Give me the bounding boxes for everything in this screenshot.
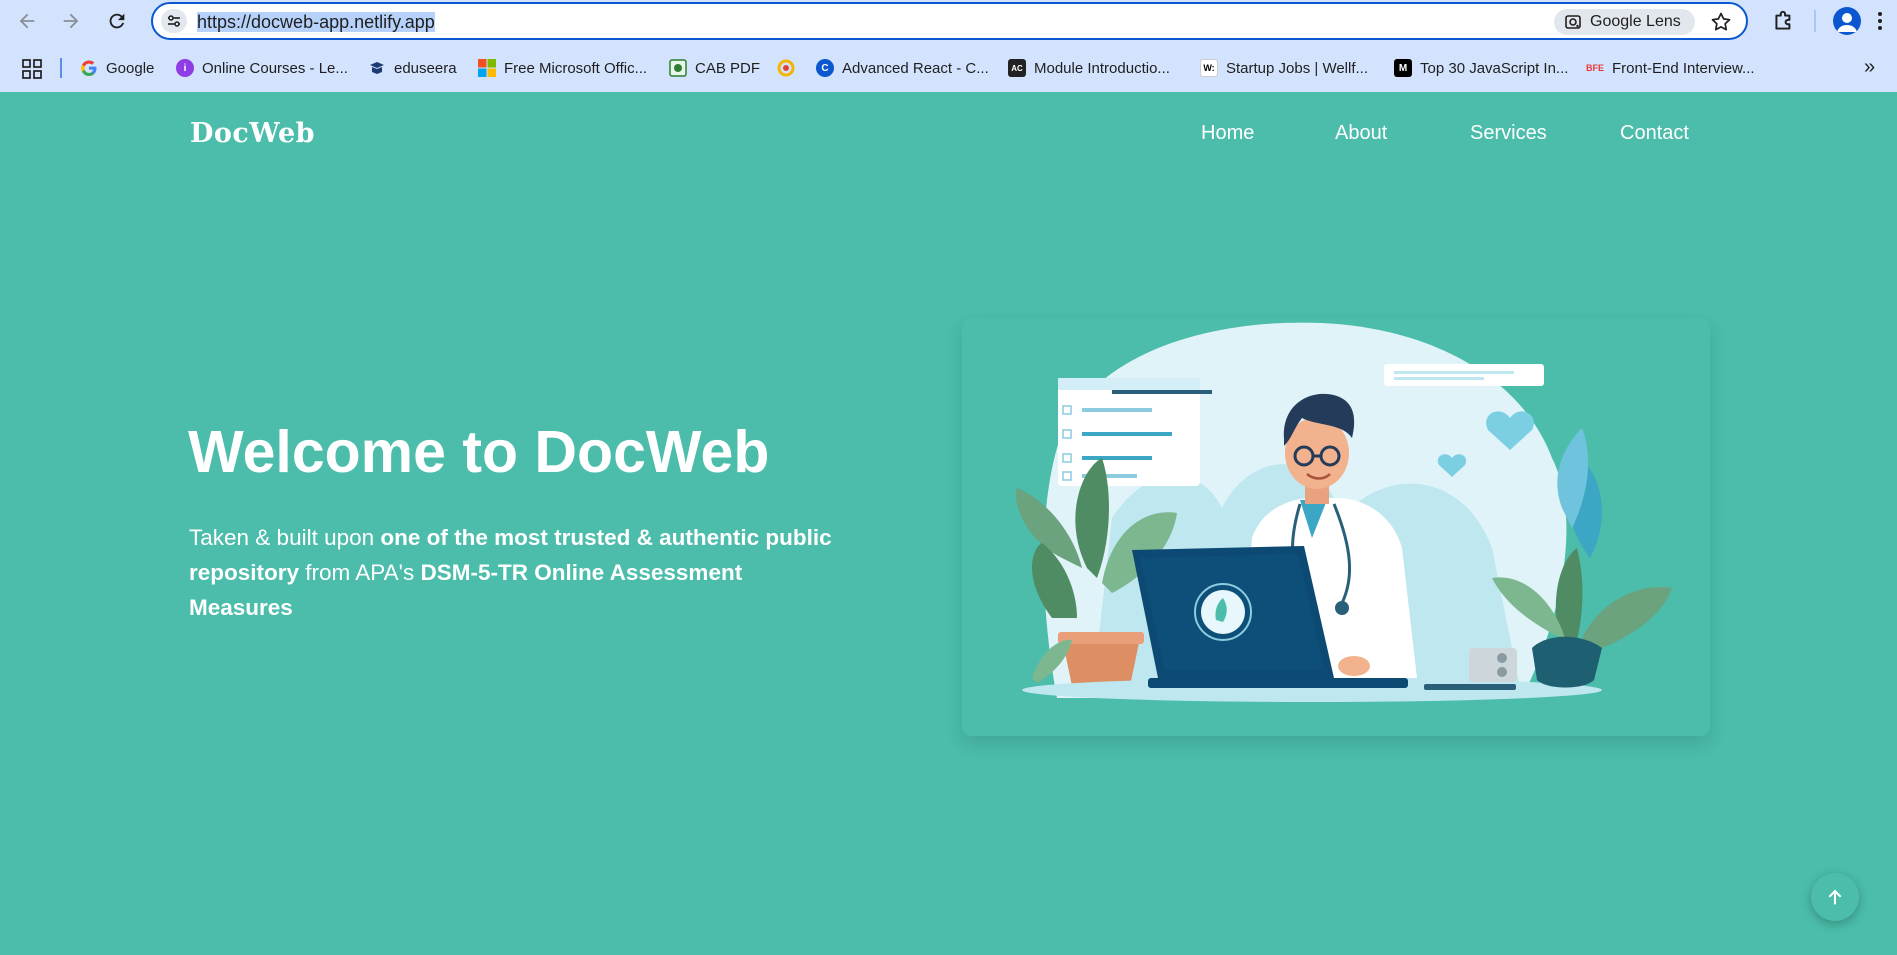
toolbar-divider [1814,10,1816,32]
arrow-right-icon [63,13,79,29]
bookmark-label: Top 30 JavaScript In... [1420,59,1569,77]
bookmark-frontend-interview[interactable]: BFE Front-End Interview... [1586,56,1755,80]
tune-icon [168,15,180,27]
bookmark-ring[interactable] [777,56,795,80]
bookmark-cab-pdf[interactable]: CAB PDF [669,56,760,80]
address-bar[interactable]: https://docweb-app.netlify.app Google Le… [151,2,1748,40]
module-icon: AC [1008,59,1026,77]
bookmarks-separator [60,58,62,78]
nav-services-link[interactable]: Services [1470,122,1547,145]
google-icon [81,60,97,76]
lens-icon [1565,15,1581,29]
profile-avatar[interactable] [1833,7,1861,35]
browser-chrome: https://docweb-app.netlify.app Google Le… [0,0,1897,92]
url-scheme: https:// [197,12,252,32]
bfe-icon: BFE [1586,63,1604,73]
hero-title: Welcome to DocWeb [188,419,770,485]
url-text[interactable]: https://docweb-app.netlify.app [197,12,435,33]
bookmark-module-intro[interactable]: AC Module Introductio... [1008,56,1170,80]
eduseera-icon [370,62,384,74]
reload-icon [109,13,125,29]
extensions-puzzle-icon[interactable] [1771,8,1797,34]
google-lens-button[interactable]: Google Lens [1554,9,1695,35]
bookmark-google[interactable]: Google [80,56,154,80]
bookmark-advanced-react[interactable]: C Advanced React - C... [816,56,989,80]
microsoft-icon [478,59,496,77]
back-button[interactable] [14,8,40,34]
cab-pdf-icon [669,59,687,77]
doctor-at-laptop-illustration [1015,322,1672,702]
bookmark-label: eduseera [394,59,457,77]
medium-icon: M [1394,59,1412,77]
hero-subtitle: Taken & built upon one of the most trust… [189,520,839,625]
arrow-left-icon [19,13,35,29]
person-icon [1837,13,1857,32]
advanced-react-icon: C [816,59,834,77]
hero-illustration-card [962,318,1710,736]
arrow-up-icon [1828,889,1842,905]
scroll-to-top-button[interactable] [1811,873,1859,921]
apps-grid-icon[interactable] [22,59,42,79]
bookmark-top30-js[interactable]: M Top 30 JavaScript In... [1394,56,1568,80]
bookmark-label: Startup Jobs | Wellf... [1226,59,1369,77]
bookmark-star-icon[interactable] [1709,10,1733,34]
forward-button[interactable] [58,8,84,34]
bookmark-label: Free Microsoft Offic... [504,59,648,77]
site-navbar: DocWeb Home About Services Contact [0,92,1897,174]
site-logo[interactable]: DocWeb [190,118,315,149]
nav-contact-link[interactable]: Contact [1620,122,1689,145]
hero-sub-text-2: from APA's [299,560,421,585]
chrome-ring-icon [777,59,795,77]
bookmark-eduseera[interactable]: eduseera [368,56,457,80]
bookmark-label: Advanced React - C... [842,59,989,77]
bookmark-label: CAB PDF [695,59,761,77]
bookmark-label: Module Introductio... [1034,59,1170,77]
lens-label: Google Lens [1590,13,1681,30]
hero-sub-text-1: Taken & built upon [189,525,381,550]
nav-home-link[interactable]: Home [1201,122,1254,145]
bookmark-microsoft-office[interactable]: Free Microsoft Offic... [478,56,647,80]
bookmark-label: Front-End Interview... [1612,59,1755,77]
bookmarks-overflow-icon[interactable]: » [1864,57,1884,78]
site-info-button[interactable] [161,9,187,33]
online-courses-icon: i [176,59,194,77]
url-host: docweb-app.netlify.app [251,12,435,32]
more-vert-icon[interactable] [1875,10,1885,32]
browser-toolbar: https://docweb-app.netlify.app Google Le… [0,0,1897,42]
bookmark-label: Online Courses - Le... [202,59,348,77]
reload-button[interactable] [104,8,130,34]
bookmark-label: Google [106,59,155,77]
wellfound-icon: W: [1200,59,1218,77]
bookmark-startup-jobs[interactable]: W: Startup Jobs | Wellf... [1200,56,1368,80]
bookmarks-bar: Google i Online Courses - Le... eduseera… [0,50,1897,84]
bookmark-online-courses[interactable]: i Online Courses - Le... [176,56,348,80]
nav-about-link[interactable]: About [1335,122,1387,145]
